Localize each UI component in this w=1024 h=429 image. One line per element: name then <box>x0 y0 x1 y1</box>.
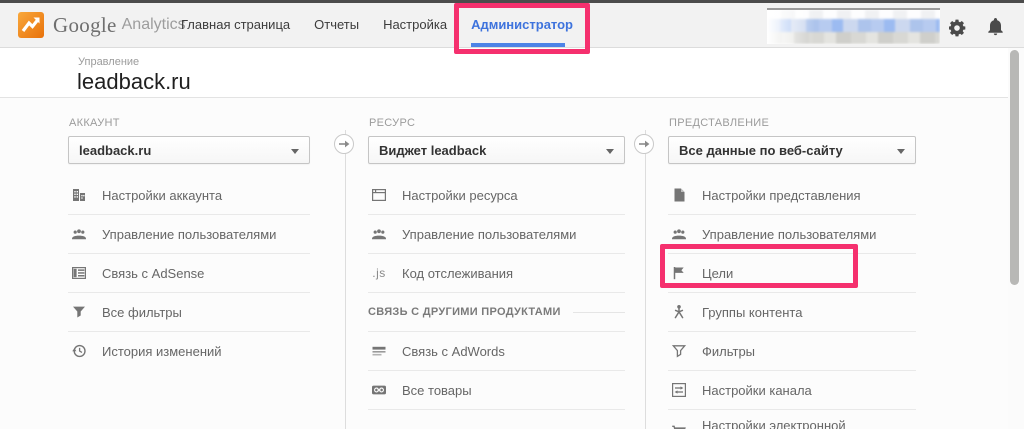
account-info-redacted[interactable] <box>767 8 940 44</box>
menu-item-label: Настройки аккаунта <box>102 187 223 203</box>
adwords-lines-icon <box>370 343 388 359</box>
menu-item-filters[interactable]: Фильтры <box>668 331 916 370</box>
menu-item-label: Все товары <box>402 382 472 398</box>
users-icon <box>670 226 688 242</box>
menu-item-change-history[interactable]: История изменений <box>68 331 310 370</box>
google-analytics-admin-screen: Google Analytics Главная страница Отчеты… <box>0 0 1024 429</box>
content-group-icon <box>670 304 688 320</box>
scrollbar-track[interactable] <box>1008 48 1024 429</box>
menu-item-clipped <box>368 409 625 429</box>
view-column-header: ПРЕДСТАВЛЕНИЕ <box>669 117 770 129</box>
menu-item-label: Настройки ресурса <box>402 187 518 203</box>
tab-admin-label: Администратор <box>471 17 573 32</box>
menu-item-adsense-linking[interactable]: Связь с AdSense <box>68 253 310 292</box>
account-column-header: АККАУНТ <box>69 117 120 129</box>
gear-icon[interactable] <box>949 19 967 37</box>
move-to-property-arrow-button[interactable] <box>334 134 354 154</box>
users-icon <box>370 226 388 242</box>
page-title: leadback.ru <box>77 69 191 94</box>
history-icon <box>70 343 88 359</box>
building-icon <box>70 187 88 203</box>
menu-item-label: Управление пользователями <box>102 226 277 242</box>
column-divider <box>634 130 654 429</box>
breadcrumb: Управление <box>78 56 140 68</box>
view-column: ПРЕДСТАВЛЕНИЕ Все данные по веб-сайту На… <box>668 98 916 429</box>
menu-item-account-settings[interactable]: Настройки аккаунта <box>68 176 310 214</box>
tab-home[interactable]: Главная страница <box>181 3 290 47</box>
top-navigation-bar: Google Analytics Главная страница Отчеты… <box>0 3 1024 54</box>
account-selector-dropdown[interactable]: leadback.ru <box>68 136 310 164</box>
logo-brand-text: Google <box>53 12 117 37</box>
page-header: Управление leadback.ru <box>0 48 1024 98</box>
property-selector-dropdown[interactable]: Виджет leadback <box>368 136 625 164</box>
product-linking-section-header: СВЯЗЬ С ДРУГИМИ ПРОДУКТАМИ <box>368 292 625 331</box>
main-nav: Главная страница Отчеты Настройка Админи… <box>181 3 590 54</box>
property-menu: Настройки ресурса Управление пользовател… <box>368 176 625 429</box>
logo-product-text: Analytics <box>121 16 186 33</box>
menu-item-view-settings[interactable]: Настройки представления <box>668 176 916 214</box>
funnel-icon <box>70 304 88 320</box>
account-column: АККАУНТ leadback.ru Настройки аккаунта У… <box>68 98 310 370</box>
menu-item-label: Все фильтры <box>102 304 182 320</box>
tab-reports[interactable]: Отчеты <box>314 3 359 47</box>
view-selector-dropdown[interactable]: Все данные по веб-сайту <box>668 136 916 164</box>
view-menu: Настройки представления Управление польз… <box>668 176 916 429</box>
menu-item-property-settings[interactable]: Настройки ресурса <box>368 176 625 214</box>
channel-icon <box>670 382 688 398</box>
menu-item-view-user-management[interactable]: Управление пользователями <box>668 214 916 253</box>
funnel-outline-icon <box>670 343 688 359</box>
bell-icon[interactable] <box>987 18 1005 36</box>
tab-admin[interactable]: Администратор <box>454 3 590 54</box>
menu-item-label: Код отслеживания <box>402 265 514 281</box>
property-column-header: РЕСУРС <box>369 117 416 129</box>
menu-item-label: Связь с AdWords <box>402 343 505 359</box>
adsense-table-icon <box>70 265 88 281</box>
chevron-down-icon <box>897 148 905 158</box>
menu-item-label: Настройки электронной торговли <box>702 418 846 429</box>
property-selector-value: Виджет leadback <box>379 142 487 158</box>
menu-item-property-user-management[interactable]: Управление пользователями <box>368 214 625 253</box>
menu-item-content-grouping[interactable]: Группы контента <box>668 292 916 331</box>
account-menu: Настройки аккаунта Управление пользовате… <box>68 176 310 370</box>
menu-item-label: Настройки представления <box>702 187 861 203</box>
flag-icon <box>670 265 688 281</box>
js-icon: .js <box>372 266 386 280</box>
menu-item-label: Фильтры <box>702 343 756 359</box>
view-selector-value: Все данные по веб-сайту <box>679 142 843 158</box>
menu-item-all-products[interactable]: Все товары <box>368 370 625 409</box>
menu-item-label: История изменений <box>102 343 222 359</box>
menu-item-label: Связь с AdSense <box>102 265 205 281</box>
menu-item-label: Цели <box>702 265 734 281</box>
tab-customization[interactable]: Настройка <box>383 3 447 47</box>
window-icon <box>370 187 388 203</box>
cart-icon <box>670 424 688 429</box>
menu-item-tracking-code[interactable]: .js Код отслеживания <box>368 253 625 292</box>
menu-item-label: Управление пользователями <box>402 226 577 242</box>
account-selector-value: leadback.ru <box>79 142 152 158</box>
section-header-label: СВЯЗЬ С ДРУГИМИ ПРОДУКТАМИ <box>368 306 561 318</box>
analytics-logo-icon <box>18 12 44 38</box>
active-tab-underline <box>471 43 565 47</box>
menu-item-label: Управление пользователями <box>702 226 877 242</box>
move-to-view-arrow-button[interactable] <box>634 134 654 154</box>
menu-item-all-filters[interactable]: Все фильтры <box>68 292 310 331</box>
chevron-down-icon <box>606 148 614 158</box>
menu-item-label: Группы контента <box>702 304 803 320</box>
google-analytics-logo: Google Analytics <box>18 12 186 38</box>
property-column: РЕСУРС Виджет leadback Настройки ресурса <box>368 98 625 429</box>
pixelated-blur <box>767 10 940 44</box>
menu-item-label: Настройки канала <box>702 382 812 398</box>
scrollbar-thumb[interactable] <box>1010 50 1019 285</box>
column-divider <box>334 130 354 429</box>
menu-item-goals[interactable]: Цели <box>668 253 916 292</box>
menu-item-account-user-management[interactable]: Управление пользователями <box>68 214 310 253</box>
menu-item-ecommerce-settings[interactable]: Настройки электронной торговли <box>668 409 916 429</box>
menu-item-channel-settings[interactable]: Настройки канала <box>668 370 916 409</box>
users-icon <box>70 226 88 242</box>
chevron-down-icon <box>291 148 299 158</box>
document-icon <box>670 187 688 203</box>
menu-item-adwords-linking[interactable]: Связь с AdWords <box>368 331 625 370</box>
admin-columns-area: АККАУНТ leadback.ru Настройки аккаунта У… <box>0 98 1024 429</box>
link-icon <box>370 382 388 398</box>
